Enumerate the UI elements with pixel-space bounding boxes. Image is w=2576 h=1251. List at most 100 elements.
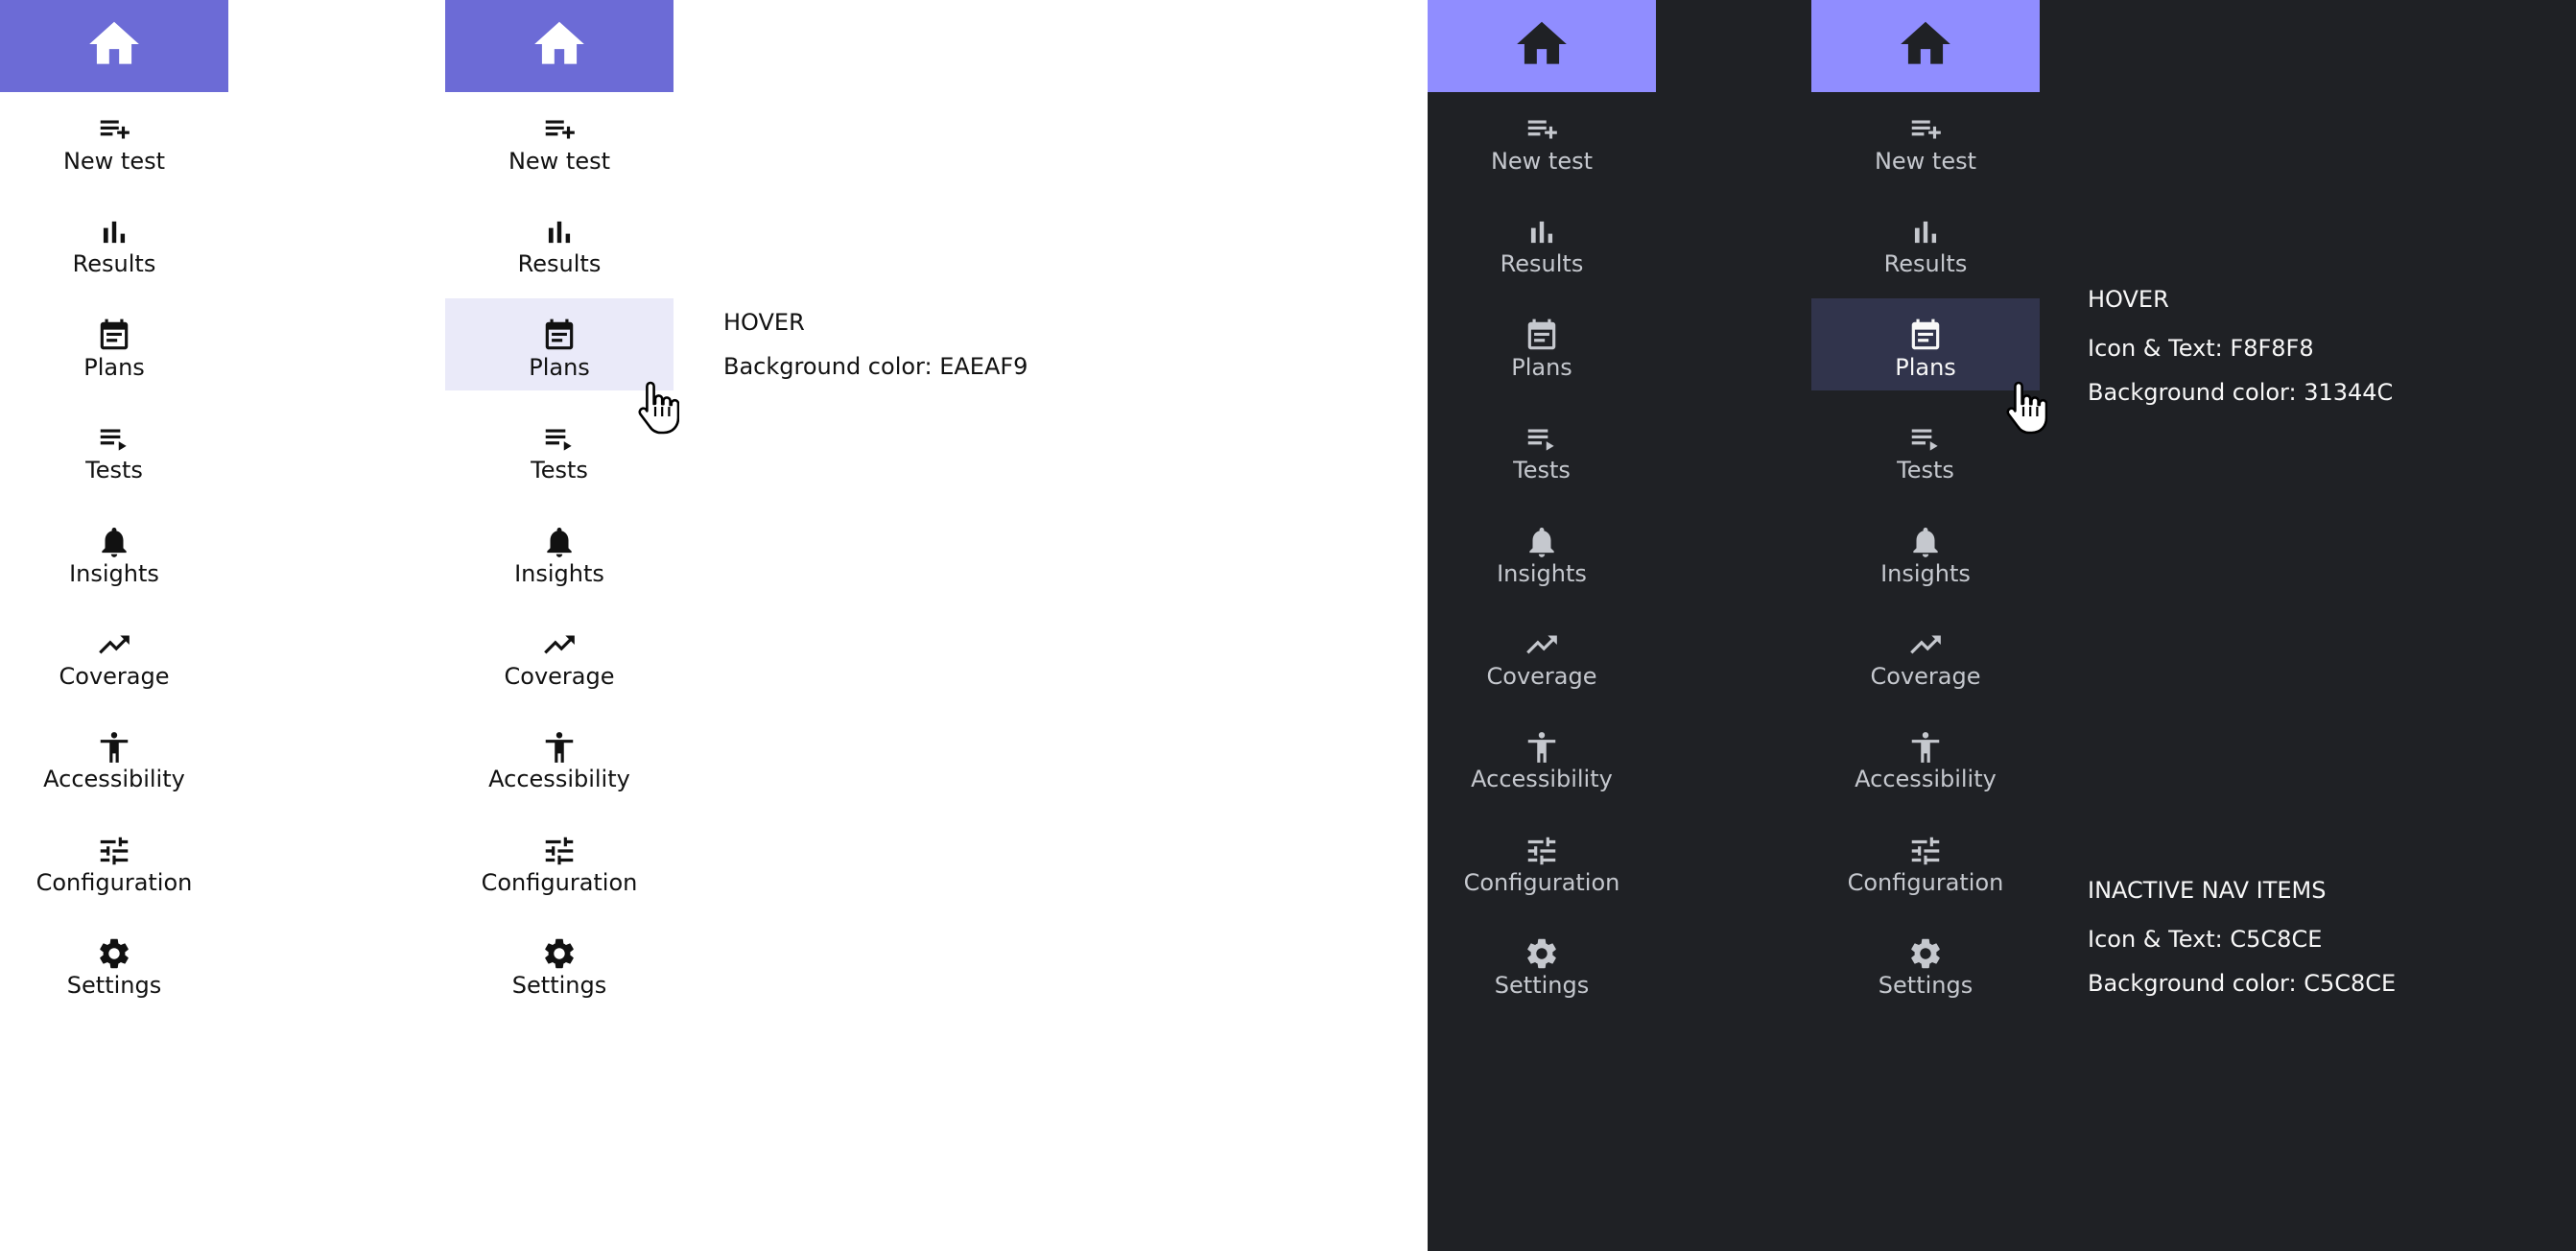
nav-item-label: Configuration [1463, 869, 1620, 896]
bell-icon [1811, 524, 2040, 560]
nav-item-configuration[interactable]: Configuration [1811, 814, 2040, 906]
gear-icon [445, 935, 674, 972]
note-background-color: Background color: 31344C [2088, 379, 2394, 406]
nav-item-label: Settings [1878, 972, 1973, 999]
hover-note-light: HOVER Background color: EAEAF9 [723, 309, 1028, 380]
playlist-play-icon [1428, 420, 1656, 457]
home-button[interactable] [1428, 0, 1656, 92]
note-icon-text-color: Icon & Text: C5C8CE [2088, 926, 2323, 953]
nav-item-coverage[interactable]: Coverage [0, 607, 228, 699]
nav-item-tests[interactable]: Tests [1428, 401, 1656, 493]
nav-item-label: Insights [1497, 560, 1587, 587]
home-button[interactable] [0, 0, 228, 92]
nav-item-coverage[interactable]: Coverage [445, 607, 674, 699]
home-icon [1512, 14, 1572, 78]
nav-item-label: Accessibility [1471, 766, 1613, 792]
nav-item-accessibility[interactable]: Accessibility [1428, 710, 1656, 802]
inactive-note-dark: INACTIVE NAV ITEMS Icon & Text: C5C8CE B… [2088, 877, 2396, 997]
nav-item-label: Accessibility [488, 766, 630, 792]
nav-item-settings[interactable]: Settings [1428, 916, 1656, 1008]
home-icon [530, 14, 589, 78]
tune-icon [0, 833, 228, 869]
nav-item-settings[interactable]: Settings [445, 916, 674, 1008]
nav-item-label: Results [1883, 250, 1968, 277]
nav-item-results[interactable]: Results [445, 195, 674, 287]
playlist-add-icon [1428, 111, 1656, 148]
nav-item-settings[interactable]: Settings [1811, 916, 2040, 1008]
nav-item-plans[interactable]: Plans [445, 298, 674, 390]
nav-item-label: Plans [1511, 354, 1572, 381]
nav-item-plans[interactable]: Plans [1811, 298, 2040, 390]
nav-item-new-test[interactable]: New test [1428, 92, 1656, 184]
nav-item-coverage[interactable]: Coverage [1428, 607, 1656, 699]
nav-item-label: Configuration [1847, 869, 2004, 896]
nav-item-accessibility[interactable]: Accessibility [0, 710, 228, 802]
nav-item-insights[interactable]: Insights [1811, 505, 2040, 597]
nav-item-plans[interactable]: Plans [1428, 298, 1656, 390]
nav-item-configuration[interactable]: Configuration [445, 814, 674, 906]
nav-item-configuration[interactable]: Configuration [1428, 814, 1656, 906]
hover-note-dark: HOVER Icon & Text: F8F8F8 Background col… [2088, 286, 2393, 406]
nav-item-label: Plans [1895, 354, 1956, 381]
trending-up-icon [0, 626, 228, 663]
home-button[interactable] [1811, 0, 2040, 92]
calendar-icon [445, 318, 674, 354]
accessibility-icon [1428, 729, 1656, 766]
nav-item-accessibility[interactable]: Accessibility [445, 710, 674, 802]
nav-item-results[interactable]: Results [1811, 195, 2040, 287]
nav-item-insights[interactable]: Insights [1428, 505, 1656, 597]
home-button[interactable] [445, 0, 674, 92]
nav-item-label: Insights [69, 560, 159, 587]
nav-item-label: Results [72, 250, 156, 277]
gear-icon [1811, 935, 2040, 972]
nav-item-label: New test [508, 148, 611, 175]
nav-item-insights[interactable]: Insights [0, 505, 228, 597]
nav-item-plans[interactable]: Plans [0, 298, 228, 390]
note-icon-text-color: Icon & Text: F8F8F8 [2088, 335, 2314, 362]
nav-item-accessibility[interactable]: Accessibility [1811, 710, 2040, 802]
gear-icon [0, 935, 228, 972]
nav-item-label: Coverage [504, 663, 615, 690]
accessibility-icon [1811, 729, 2040, 766]
bar-chart-icon [445, 214, 674, 250]
nav-item-label: Results [1500, 250, 1584, 277]
bell-icon [445, 524, 674, 560]
nav-item-new-test[interactable]: New test [445, 92, 674, 184]
nav-item-label: Plans [83, 354, 145, 381]
bar-chart-icon [0, 214, 228, 250]
nav-item-label: Accessibility [1855, 766, 1997, 792]
note-heading: HOVER [723, 309, 805, 336]
note-background-color: Background color: C5C8CE [2088, 970, 2397, 997]
nav-item-new-test[interactable]: New test [1811, 92, 2040, 184]
note-heading: INACTIVE NAV ITEMS [2088, 877, 2327, 904]
accessibility-icon [0, 729, 228, 766]
nav-item-label: Tests [1897, 457, 1954, 484]
nav-item-coverage[interactable]: Coverage [1811, 607, 2040, 699]
nav-item-label: Coverage [59, 663, 170, 690]
bell-icon [1428, 524, 1656, 560]
hand-cursor-icon [637, 380, 680, 436]
calendar-icon [1428, 318, 1656, 354]
playlist-add-icon [1811, 111, 2040, 148]
nav-item-configuration[interactable]: Configuration [0, 814, 228, 906]
nav-item-label: Tests [531, 457, 588, 484]
nav-item-label: Plans [529, 354, 590, 381]
hand-cursor-icon [2005, 380, 2048, 436]
nav-item-new-test[interactable]: New test [0, 92, 228, 184]
nav-item-label: Settings [1494, 972, 1590, 999]
bar-chart-icon [1428, 214, 1656, 250]
nav-item-label: Coverage [1486, 663, 1597, 690]
trending-up-icon [445, 626, 674, 663]
nav-item-label: New test [1874, 148, 1977, 175]
nav-item-insights[interactable]: Insights [445, 505, 674, 597]
tune-icon [1428, 833, 1656, 869]
nav-item-label: Results [517, 250, 602, 277]
playlist-add-icon [0, 111, 228, 148]
nav-item-results[interactable]: Results [0, 195, 228, 287]
nav-item-tests[interactable]: Tests [0, 401, 228, 493]
nav-item-settings[interactable]: Settings [0, 916, 228, 1008]
nav-item-label: Insights [1880, 560, 1971, 587]
note-heading: HOVER [2088, 286, 2169, 313]
playlist-add-icon [445, 111, 674, 148]
nav-item-results[interactable]: Results [1428, 195, 1656, 287]
